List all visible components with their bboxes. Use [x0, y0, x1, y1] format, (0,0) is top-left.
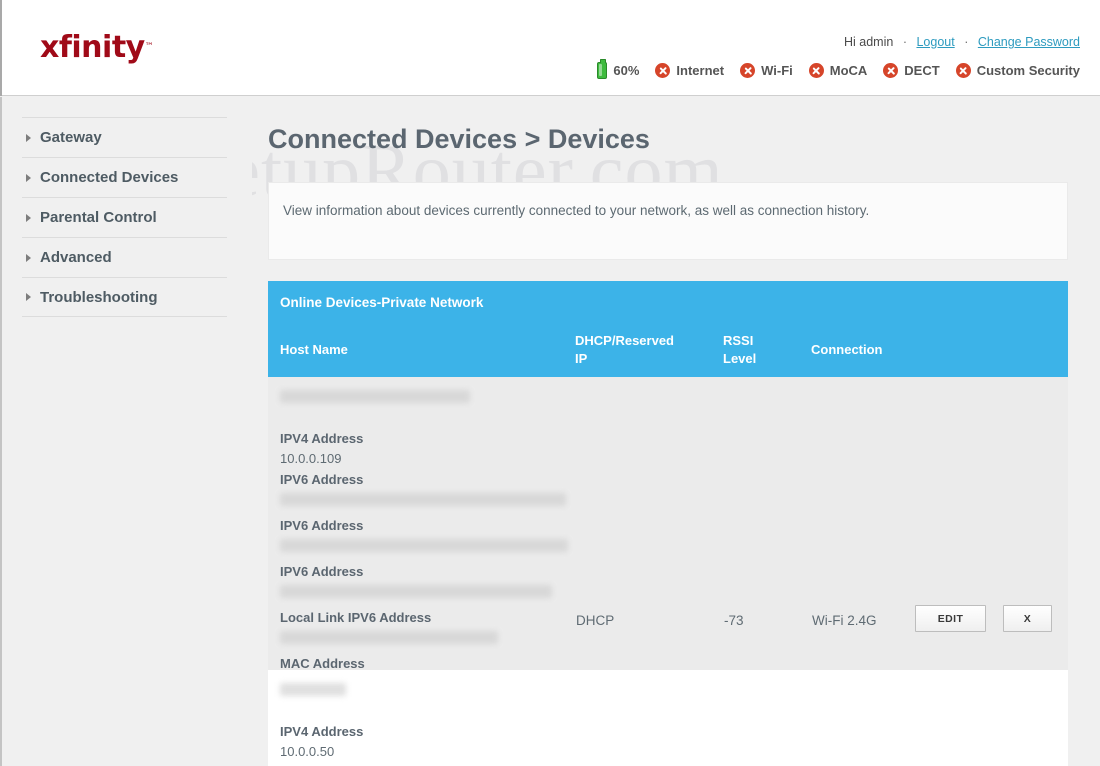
sidebar-item-label: Troubleshooting [40, 288, 158, 306]
caret-right-icon [26, 293, 31, 301]
field-value-ipv4: 10.0.0.109 [280, 451, 342, 466]
status-label-custom-security: Custom Security [976, 63, 1080, 78]
redacted-ipv6-1 [280, 493, 566, 506]
field-local-link-ipv6: Local Link IPV6 Address [280, 602, 570, 644]
x-circle-icon [955, 63, 971, 78]
table-row: IPV4 Address 10.0.0.109 IPV6 Address IPV… [268, 377, 1068, 717]
cell-dhcp-reserved-ip: DHCP [576, 613, 615, 628]
x-circle-icon [740, 63, 756, 78]
main-content: Connected Devices > Devices View informa… [252, 97, 1100, 766]
field-ipv6-1: IPV6 Address [280, 468, 570, 506]
table-title: Online Devices-Private Network [280, 295, 484, 310]
table-header: Online Devices-Private Network Host Name… [268, 281, 1068, 377]
status-label-wifi: Wi-Fi [761, 63, 793, 78]
field-ipv4: IPV4 Address 10.0.0.109 [280, 407, 570, 468]
logo-text: xfinity [40, 30, 145, 65]
field-value-ipv4: 10.0.0.50 [280, 744, 335, 759]
battery-icon [597, 59, 608, 79]
redacted-ipv6-3 [280, 585, 552, 598]
status-item-wifi: Wi-Fi [740, 63, 793, 78]
caret-right-icon [26, 173, 31, 182]
field-label-ipv4: IPV4 Address [280, 431, 364, 446]
sidebar-item-advanced[interactable]: Advanced [22, 237, 227, 277]
sidebar-nav: Gateway Connected Devices Parental Contr… [0, 97, 252, 766]
row-host-details: IPV4 Address 10.0.0.50 IPV6 Address [280, 680, 570, 766]
column-header-rssi-level: RSSI Level [723, 333, 757, 366]
header-left-edge [0, 0, 2, 96]
sidebar-item-troubleshooting[interactable]: Troubleshooting [22, 277, 227, 317]
caret-right-icon [26, 253, 31, 262]
status-item-battery: 60% [597, 59, 640, 79]
status-label-dect: DECT [904, 63, 940, 78]
page-header: xfinity™ Hi admin · Logout · Change Pass… [0, 0, 1100, 96]
field-label-ipv4: IPV4 Address [280, 724, 364, 739]
logo-trademark-icon: ™ [144, 42, 154, 52]
online-devices-table: Online Devices-Private Network Host Name… [268, 281, 1068, 766]
account-separator-1: · [902, 35, 907, 49]
page-title: Connected Devices > Devices [268, 124, 650, 154]
redacted-local-link-ipv6 [280, 631, 498, 644]
delete-button[interactable]: X [1003, 605, 1052, 632]
account-bar: Hi admin · Logout · Change Password [844, 35, 1080, 49]
x-circle-icon [655, 63, 671, 78]
status-item-custom-security: Custom Security [955, 63, 1080, 78]
field-ipv4: IPV4 Address 10.0.0.50 [280, 700, 570, 761]
cell-connection: Wi-Fi 2.4G [812, 613, 877, 628]
logout-link[interactable]: Logout [916, 35, 954, 49]
field-ipv6-3: IPV6 Address [280, 556, 570, 598]
field-label-ipv6: IPV6 Address [280, 518, 364, 533]
field-ipv6-2: IPV6 Address [280, 510, 570, 552]
redacted-host-name [280, 683, 346, 696]
column-header-dhcp-reserved-ip: DHCP/Reserved IP [575, 333, 674, 366]
description-text: View information about devices currently… [283, 203, 870, 218]
field-ipv6-1: IPV6 Address [280, 761, 570, 766]
column-header-connection: Connection [811, 342, 883, 357]
status-item-dect: DECT [883, 63, 940, 78]
sidebar-item-label: Connected Devices [40, 169, 179, 186]
nav-list: Gateway Connected Devices Parental Contr… [22, 117, 227, 317]
cell-rssi-level: -73 [724, 613, 744, 628]
sidebar-item-label: Advanced [40, 249, 112, 266]
field-label-local-link-ipv6: Local Link IPV6 Address [280, 610, 432, 625]
sidebar-item-gateway[interactable]: Gateway [22, 117, 227, 157]
field-label-ipv6: IPV6 Address [280, 564, 364, 579]
status-item-moca: MoCA [808, 63, 868, 78]
redacted-ipv6-2 [280, 539, 568, 552]
redacted-host-name [280, 390, 470, 403]
sidebar-item-connected-devices[interactable]: Connected Devices [22, 157, 227, 197]
xfinity-logo[interactable]: xfinity™ [40, 30, 154, 65]
caret-right-icon [26, 133, 31, 142]
router-admin-page: xfinity™ Hi admin · Logout · Change Pass… [0, 0, 1100, 766]
status-label-internet: Internet [676, 63, 725, 78]
status-indicator-bar: 60% Internet Wi-Fi MoCA DECT Custom Secu… [597, 59, 1080, 79]
caret-right-icon [26, 213, 31, 222]
status-item-internet: Internet [655, 63, 724, 78]
description-panel: View information about devices currently… [268, 182, 1068, 260]
greeting-text: Hi admin [844, 35, 894, 49]
edit-button[interactable]: EDIT [915, 605, 986, 632]
sidebar-item-parental-control[interactable]: Parental Control [22, 197, 227, 237]
x-circle-icon [883, 63, 899, 78]
x-circle-icon [808, 63, 824, 78]
sidebar-left-edge [0, 97, 2, 766]
column-header-host-name: Host Name [280, 342, 348, 357]
sidebar-item-label: Gateway [40, 129, 102, 146]
change-password-link[interactable]: Change Password [978, 35, 1080, 49]
sidebar-item-label: Parental Control [40, 209, 157, 226]
field-label-ipv6: IPV6 Address [280, 472, 364, 487]
account-separator-2: · [964, 35, 969, 49]
status-label-moca: MoCA [829, 63, 868, 78]
table-row: IPV4 Address 10.0.0.50 IPV6 Address [268, 670, 1068, 766]
status-label-battery: 60% [613, 63, 640, 78]
